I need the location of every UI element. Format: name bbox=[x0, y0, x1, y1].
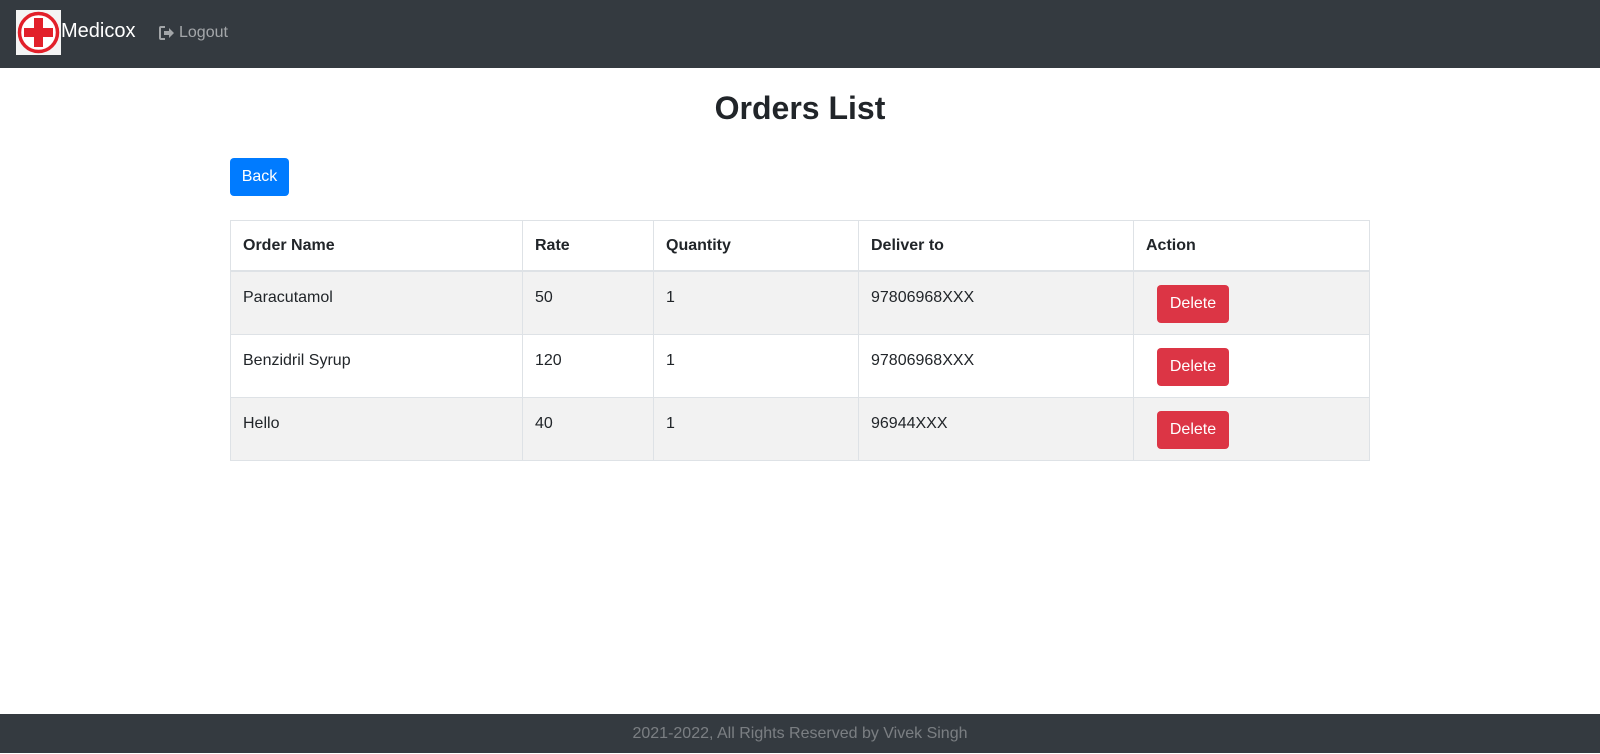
rate-cell: 40 bbox=[522, 396, 654, 461]
page-title: Orders List bbox=[714, 90, 886, 126]
column-header-deliver-to: Deliver to bbox=[858, 220, 1134, 272]
order-name-cell: Hello bbox=[230, 396, 523, 461]
deliver-to-cell: 96944XXX bbox=[858, 396, 1134, 461]
quantity-cell: 1 bbox=[653, 396, 859, 461]
column-header-action: Action bbox=[1133, 220, 1370, 272]
logout-label: Logout bbox=[179, 24, 228, 41]
order-name-cell: Paracutamol bbox=[230, 270, 523, 335]
navbar: Medicox Logout bbox=[0, 0, 1600, 68]
footer: 2021-2022, All Rights Reserved by Vivek … bbox=[0, 714, 1600, 753]
column-header-quantity: Quantity bbox=[653, 220, 859, 272]
quantity-cell: 1 bbox=[653, 333, 859, 398]
orders-table: Order Name Rate Quantity Deliver to Acti… bbox=[230, 220, 1370, 461]
table-row: Benzidril Syrup 120 1 97806968XXX Delete bbox=[230, 333, 1370, 398]
back-button[interactable]: Back bbox=[230, 158, 289, 196]
table-header-row: Order Name Rate Quantity Deliver to Acti… bbox=[230, 220, 1370, 272]
action-cell: Delete bbox=[1133, 270, 1370, 335]
table-row: Paracutamol 50 1 97806968XXX Delete bbox=[230, 270, 1370, 335]
delete-button[interactable]: Delete bbox=[1157, 410, 1229, 449]
order-name-cell: Benzidril Syrup bbox=[230, 333, 523, 398]
delete-button[interactable]: Delete bbox=[1157, 347, 1229, 386]
footer-copyright: 2021-2022, All Rights Reserved by Vivek … bbox=[632, 725, 968, 742]
column-header-rate: Rate bbox=[522, 220, 654, 272]
action-cell: Delete bbox=[1133, 333, 1370, 398]
red-cross-icon[interactable] bbox=[16, 10, 61, 55]
quantity-cell: 1 bbox=[653, 270, 859, 335]
deliver-to-cell: 97806968XXX bbox=[858, 270, 1134, 335]
rate-cell: 50 bbox=[522, 270, 654, 335]
brand-name[interactable]: Medicox bbox=[61, 19, 135, 43]
rate-cell: 120 bbox=[522, 333, 654, 398]
column-header-order-name: Order Name bbox=[230, 220, 523, 272]
table-row: Hello 40 1 96944XXX Delete bbox=[230, 396, 1370, 461]
action-cell: Delete bbox=[1133, 396, 1370, 461]
deliver-to-cell: 97806968XXX bbox=[858, 333, 1134, 398]
sign-out-icon bbox=[159, 26, 175, 40]
logout-link[interactable]: Logout bbox=[159, 23, 228, 43]
delete-button[interactable]: Delete bbox=[1157, 285, 1229, 323]
